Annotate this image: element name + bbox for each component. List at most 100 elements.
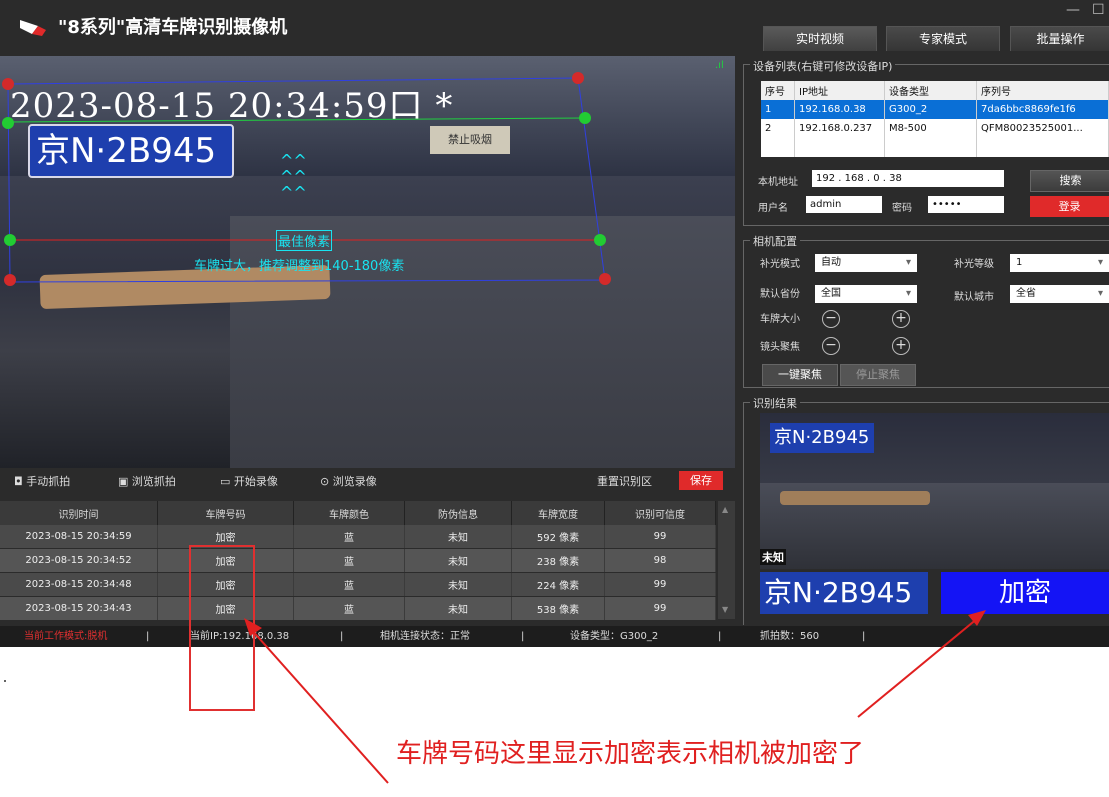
device-type-status: 设备类型：G300_2 [570,631,659,642]
login-button[interactable]: 登录 [1030,196,1109,217]
cell-ip: 192.168.0.237 [794,119,885,138]
recognition-result-label: 识别结果 [750,395,800,411]
browse-capture-label: 浏览抓拍 [131,475,176,488]
tab-expert-mode[interactable]: 专家模式 [886,26,1000,51]
focus-minus-icon[interactable]: − [822,337,840,355]
focus-plus-icon[interactable]: + [892,337,910,355]
status-divider: | [146,631,150,642]
svg-text:^^: ^^ [280,183,307,202]
cell-width: 538 像素 [511,596,605,621]
table-row[interactable]: 2023-08-15 20:34:59 加密 蓝 未知 592 像素 99 [0,525,716,549]
camera-icon: ◘ [14,475,23,488]
corner-handle-red[interactable] [572,72,584,84]
browse-record-button[interactable]: ⊙ 浏览录像 [320,473,377,489]
fill-level-label: 补光等级 [954,259,994,270]
start-record-button[interactable]: ▭ 开始录像 [220,473,278,489]
username-field[interactable]: admin [806,196,882,213]
scroll-up-icon[interactable]: ▲ [722,505,728,514]
cell-time: 2023-08-15 20:34:59 [0,525,158,549]
col-ip[interactable]: IP地址 [794,81,885,100]
corner-handle-green[interactable] [4,234,16,246]
tab-realtime-video[interactable]: 实时视频 [763,26,877,51]
maximize-icon[interactable]: ☐ [1092,2,1105,18]
record-icon: ▭ [220,475,231,488]
corner-handle-green[interactable] [2,117,14,129]
device-list-table: 序号 IP地址 设备类型 序列号 1 192.168.0.38 G300_2 7… [761,81,1109,157]
camera-logo-icon [20,20,46,36]
col-plate-number[interactable]: 车牌号码 [157,501,294,525]
fill-level-select[interactable]: 1 [1010,254,1109,272]
stop-focus-button[interactable]: 停止聚焦 [840,364,916,386]
preview-hand [780,491,930,505]
table-header-row: 识别时间 车牌号码 车牌颜色 防伪信息 车牌宽度 识别可信度 [0,501,716,525]
cell-index: 2 [761,119,795,138]
plate-size-minus-icon[interactable]: − [822,310,840,328]
scroll-down-icon[interactable]: ▼ [722,605,728,614]
local-ip-field[interactable]: 192 . 168 . 0 . 38 [812,170,1004,187]
cell-confidence: 99 [604,525,716,549]
tab-batch-operation[interactable]: 批量操作 [1010,26,1109,51]
cell-anti-fake: 未知 [404,548,512,573]
cell-color: 蓝 [293,548,405,573]
play-icon: ⊙ [320,475,330,488]
highlight-box [189,545,255,711]
city-label: 默认城市 [954,292,994,303]
col-serial[interactable]: 序列号 [976,81,1109,100]
col-plate-width[interactable]: 车牌宽度 [511,501,605,525]
plate-size-plus-icon[interactable]: + [892,310,910,328]
app-window: "8系列"高清车牌识别摄像机 — ☐ 实时视频 专家模式 批量操作 禁止吸烟 京… [0,0,1109,647]
corner-handle-red[interactable] [4,274,16,286]
cell-anti-fake: 未知 [404,596,512,621]
table-row[interactable]: 2023-08-15 20:34:52 加密 蓝 未知 238 像素 98 [0,548,716,573]
fill-mode-select[interactable]: 自动 [815,254,917,272]
cell-confidence: 98 [604,548,716,573]
cell-serial: QFM80023525001... [976,119,1109,138]
col-plate-color[interactable]: 车牌颜色 [293,501,405,525]
image-icon: ▣ [118,475,129,488]
search-button[interactable]: 搜索 [1030,170,1109,192]
status-divider: | [862,631,866,642]
focus-label: 镜头聚焦 [760,342,800,353]
device-row[interactable]: 1 192.168.0.38 G300_2 7da6bbc8869fe1f6 [761,100,1109,119]
fill-mode-label: 补光模式 [760,259,800,270]
device-row[interactable]: 2 192.168.0.237 M8-500 QFM80023525001... [761,119,1109,138]
col-confidence[interactable]: 识别可信度 [604,501,716,525]
live-video-view[interactable]: 禁止吸烟 京N·2B945 2023-08-15 20:34:59口 * ^^ … [0,56,735,468]
device-table-header: 序号 IP地址 设备类型 序列号 [761,81,1109,100]
status-bar: 当前工作模式:脱机 | 当前IP:192.168.0.38 | 相机连接状态：正… [0,626,1109,647]
cell-color: 蓝 [293,525,405,549]
device-row-empty [761,138,1109,157]
plate-color-unknown: 未知 [760,549,786,565]
manual-capture-button[interactable]: ◘ 手动抓拍 [14,473,70,489]
plate-size-label: 车牌大小 [760,314,800,325]
table-row[interactable]: 2023-08-15 20:34:43 加密 蓝 未知 538 像素 99 [0,596,716,621]
save-button[interactable]: 保存 [679,471,723,490]
cell-device-type: G300_2 [884,100,977,119]
password-field[interactable]: ••••• [928,196,1004,213]
corner-handle-red[interactable] [599,273,611,285]
province-label: 默认省份 [760,289,800,300]
table-row[interactable]: 2023-08-15 20:34:48 加密 蓝 未知 224 像素 99 [0,572,716,597]
capture-preview-image[interactable]: 京N·2B945 [760,413,1109,569]
col-time[interactable]: 识别时间 [0,501,158,525]
corner-handle-red[interactable] [2,78,14,90]
corner-handle-green[interactable] [579,112,591,124]
one-key-focus-button[interactable]: 一键聚焦 [762,364,838,386]
col-index[interactable]: 序号 [761,81,795,100]
cell-confidence: 99 [604,596,716,621]
city-select[interactable]: 全省 [1010,285,1109,303]
col-anti-fake[interactable]: 防伪信息 [404,501,512,525]
records-scrollbar[interactable]: ▲ ▼ [718,501,735,619]
col-device-type[interactable]: 设备类型 [884,81,977,100]
status-divider: | [718,631,722,642]
app-title: "8系列"高清车牌识别摄像机 [58,17,288,38]
minimize-icon[interactable]: — [1066,2,1080,18]
cell-width: 592 像素 [511,525,605,549]
browse-capture-button[interactable]: ▣ 浏览抓拍 [118,473,176,489]
corner-handle-green[interactable] [594,234,606,246]
video-toolbar: ◘ 手动抓拍 ▣ 浏览抓拍 ▭ 开始录像 ⊙ 浏览录像 重置识别区 保存 [0,468,735,493]
cell-color: 蓝 [293,596,405,621]
reset-area-button[interactable]: 重置识别区 [597,473,652,489]
cell-index: 1 [761,100,795,119]
province-select[interactable]: 全国 [815,285,917,303]
